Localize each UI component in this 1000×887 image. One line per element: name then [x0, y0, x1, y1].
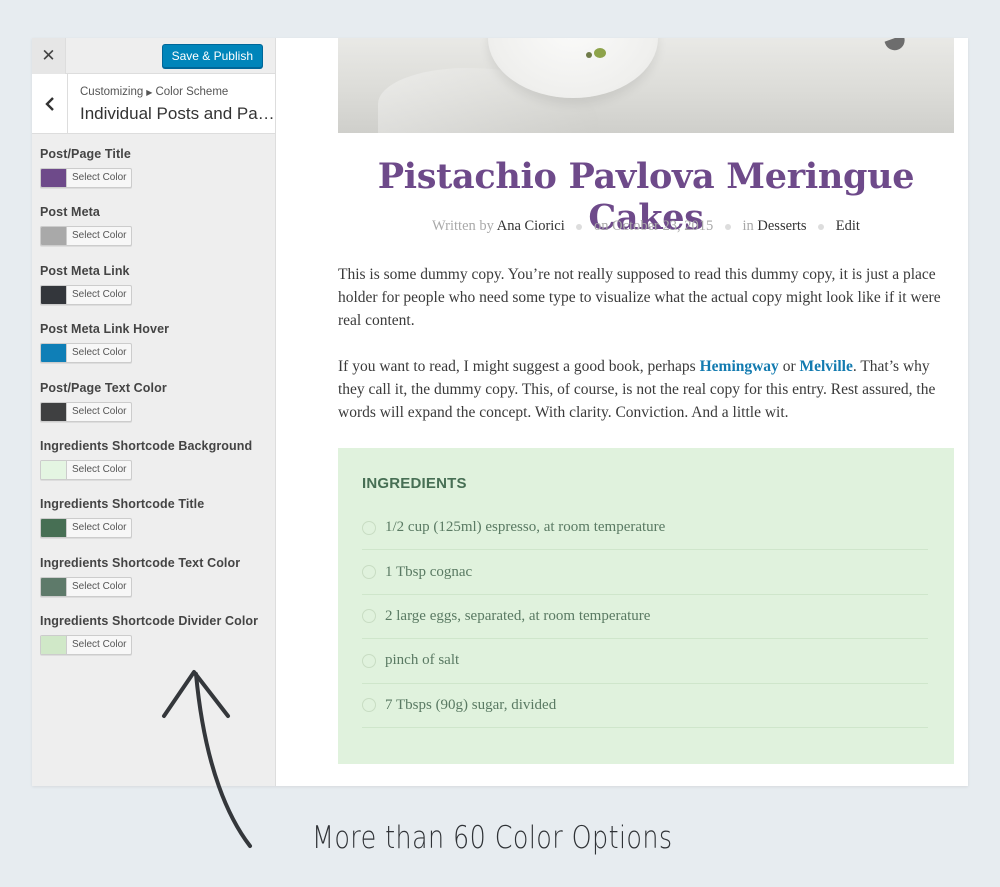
checkbox-circle-icon[interactable]	[362, 653, 376, 668]
color-control-label: Ingredients Shortcode Title	[40, 497, 205, 512]
color-control: Ingredients Shortcode Title Select Color	[40, 497, 275, 555]
color-control: Ingredients Shortcode Background Select C…	[40, 439, 275, 497]
select-color-label: Select Color	[72, 405, 127, 417]
select-color-label: Select Color	[72, 463, 127, 475]
color-swatch[interactable]	[41, 402, 67, 421]
meta-separator	[576, 223, 583, 230]
select-color-button[interactable]: Select Color	[40, 168, 133, 188]
color-control-label: Post/Page Text Color	[40, 380, 167, 395]
ingredients-title: INGREDIENTS	[362, 475, 467, 492]
select-color-label: Select Color	[72, 230, 127, 242]
breadcrumb-color-scheme: Color Scheme	[155, 86, 229, 98]
written-by-label: Written by	[432, 218, 494, 234]
checkbox-circle-icon[interactable]	[362, 698, 376, 713]
site-preview: Pistachio Pavlova Meringue Cakes Written…	[276, 38, 968, 786]
checkbox-circle-icon[interactable]	[362, 565, 376, 580]
color-swatch[interactable]	[41, 577, 67, 596]
ingredient-text: 7 Tbsps (90g) sugar, divided	[385, 696, 557, 713]
color-swatch[interactable]	[41, 285, 67, 304]
crumb-image-detail	[586, 52, 592, 58]
color-swatch[interactable]	[41, 460, 67, 479]
post-date: on October 23, 2015	[594, 218, 714, 234]
color-control: Post Meta Select Color	[40, 205, 275, 263]
post-meta: Written by Ana Ciorici on October 23, 20…	[338, 218, 954, 235]
close-icon[interactable]: ✕	[32, 38, 66, 74]
paragraph-2: If you want to read, I might suggest a g…	[338, 355, 954, 424]
customizer-topbar: ✕ Save & Publish	[32, 38, 275, 74]
color-control: Ingredients Shortcode Text Color Select C…	[40, 556, 275, 614]
ingredients-box: INGREDIENTS 1/2 cup (125ml) espresso, at…	[338, 448, 954, 764]
select-color-button[interactable]: Select Color	[40, 576, 133, 597]
category-link[interactable]: Desserts	[757, 218, 806, 234]
post-content: This is some dummy copy. You’re not real…	[338, 263, 954, 447]
color-control-label: Ingredients Shortcode Divider Color	[40, 614, 259, 629]
in-label: in	[742, 218, 754, 234]
select-color-label: Select Color	[72, 522, 127, 534]
select-color-button[interactable]: Select Color	[40, 226, 133, 247]
select-color-label: Select Color	[72, 172, 127, 183]
color-swatch[interactable]	[41, 227, 67, 246]
select-color-label: Select Color	[72, 639, 127, 651]
select-color-button[interactable]: Select Color	[40, 459, 133, 480]
select-color-button[interactable]: Select Color	[40, 518, 133, 539]
ingredient-item[interactable]: 7 Tbsps (90g) sugar, divided	[362, 684, 928, 728]
ingredient-item[interactable]: pinch of salt	[362, 639, 928, 684]
meta-separator	[724, 223, 731, 230]
meta-separator	[818, 223, 825, 230]
back-chevron-icon[interactable]	[32, 74, 68, 133]
color-swatch[interactable]	[41, 344, 67, 363]
color-swatch[interactable]	[41, 636, 67, 655]
annotation-arrow-icon	[162, 670, 252, 848]
breadcrumb-customizing: Customizing	[80, 86, 144, 98]
ingredient-item[interactable]: 2 large eggs, separated, at room tempera…	[362, 595, 928, 640]
select-color-button[interactable]: Select Color	[40, 343, 133, 364]
checkbox-circle-icon[interactable]	[362, 520, 376, 535]
breadcrumb-arrow-icon: ▶	[146, 88, 153, 97]
select-color-label: Select Color	[72, 288, 127, 300]
color-control-label: Post Meta	[40, 205, 100, 220]
breadcrumb: Customizing ▶ Color Scheme	[80, 86, 228, 98]
color-control: Post/Page Title Select Color	[40, 147, 275, 205]
color-control: Post Meta Link Select Color	[40, 264, 275, 322]
ingredient-item[interactable]: 1/2 cup (125ml) espresso, at room temper…	[362, 506, 928, 551]
ingredients-list: 1/2 cup (125ml) espresso, at room temper…	[362, 506, 928, 728]
section-header: Customizing ▶ Color Scheme Individual Post…	[32, 74, 276, 134]
color-swatch[interactable]	[41, 519, 67, 538]
select-color-button[interactable]: Select Color	[40, 401, 133, 422]
color-controls-list: Post/Page Title Select Color Post Meta Sele…	[32, 134, 275, 673]
color-control-label: Ingredients Shortcode Text Color	[40, 555, 241, 570]
ingredient-text: 1 Tbsp cognac	[385, 563, 473, 580]
author-link[interactable]: Ana Ciorici	[497, 218, 565, 234]
edit-link[interactable]: Edit	[836, 218, 860, 234]
ingredient-text: pinch of salt	[385, 652, 460, 669]
color-control-label: Post Meta Link Hover	[40, 322, 170, 337]
select-color-label: Select Color	[72, 580, 127, 592]
hemingway-link[interactable]: Hemingway	[700, 358, 779, 375]
featured-image	[338, 38, 954, 133]
color-control-label: Post/Page Title	[40, 147, 131, 161]
checkbox-circle-icon[interactable]	[362, 609, 376, 624]
save-publish-button[interactable]: Save & Publish	[161, 44, 263, 68]
select-color-button[interactable]: Select Color	[40, 635, 133, 656]
select-color-button[interactable]: Select Color	[40, 284, 133, 305]
ingredient-text: 2 large eggs, separated, at room tempera…	[385, 607, 651, 624]
spoon-image-detail	[884, 38, 908, 54]
paragraph-2-text: If you want to read, I might suggest a g…	[338, 358, 700, 375]
ingredient-item[interactable]: 1 Tbsp cognac	[362, 550, 928, 595]
annotation-caption: More than 60 Color Options	[312, 820, 673, 856]
paragraph-1: This is some dummy copy. You’re not real…	[338, 266, 941, 329]
paragraph-2-text: or	[778, 358, 800, 375]
color-swatch[interactable]	[41, 169, 67, 187]
ingredient-text: 1/2 cup (125ml) espresso, at room temper…	[385, 519, 666, 536]
pistachio-image-detail	[594, 48, 606, 58]
color-control-label: Ingredients Shortcode Background	[40, 438, 253, 453]
melville-link[interactable]: Melville	[799, 358, 852, 375]
color-control-label: Post Meta Link	[40, 263, 130, 278]
color-control: Post Meta Link Hover Select Color	[40, 322, 275, 380]
section-title: Individual Posts and Pag…	[80, 104, 276, 123]
color-control: Post/Page Text Color Select Color	[40, 381, 275, 439]
select-color-label: Select Color	[72, 347, 127, 359]
